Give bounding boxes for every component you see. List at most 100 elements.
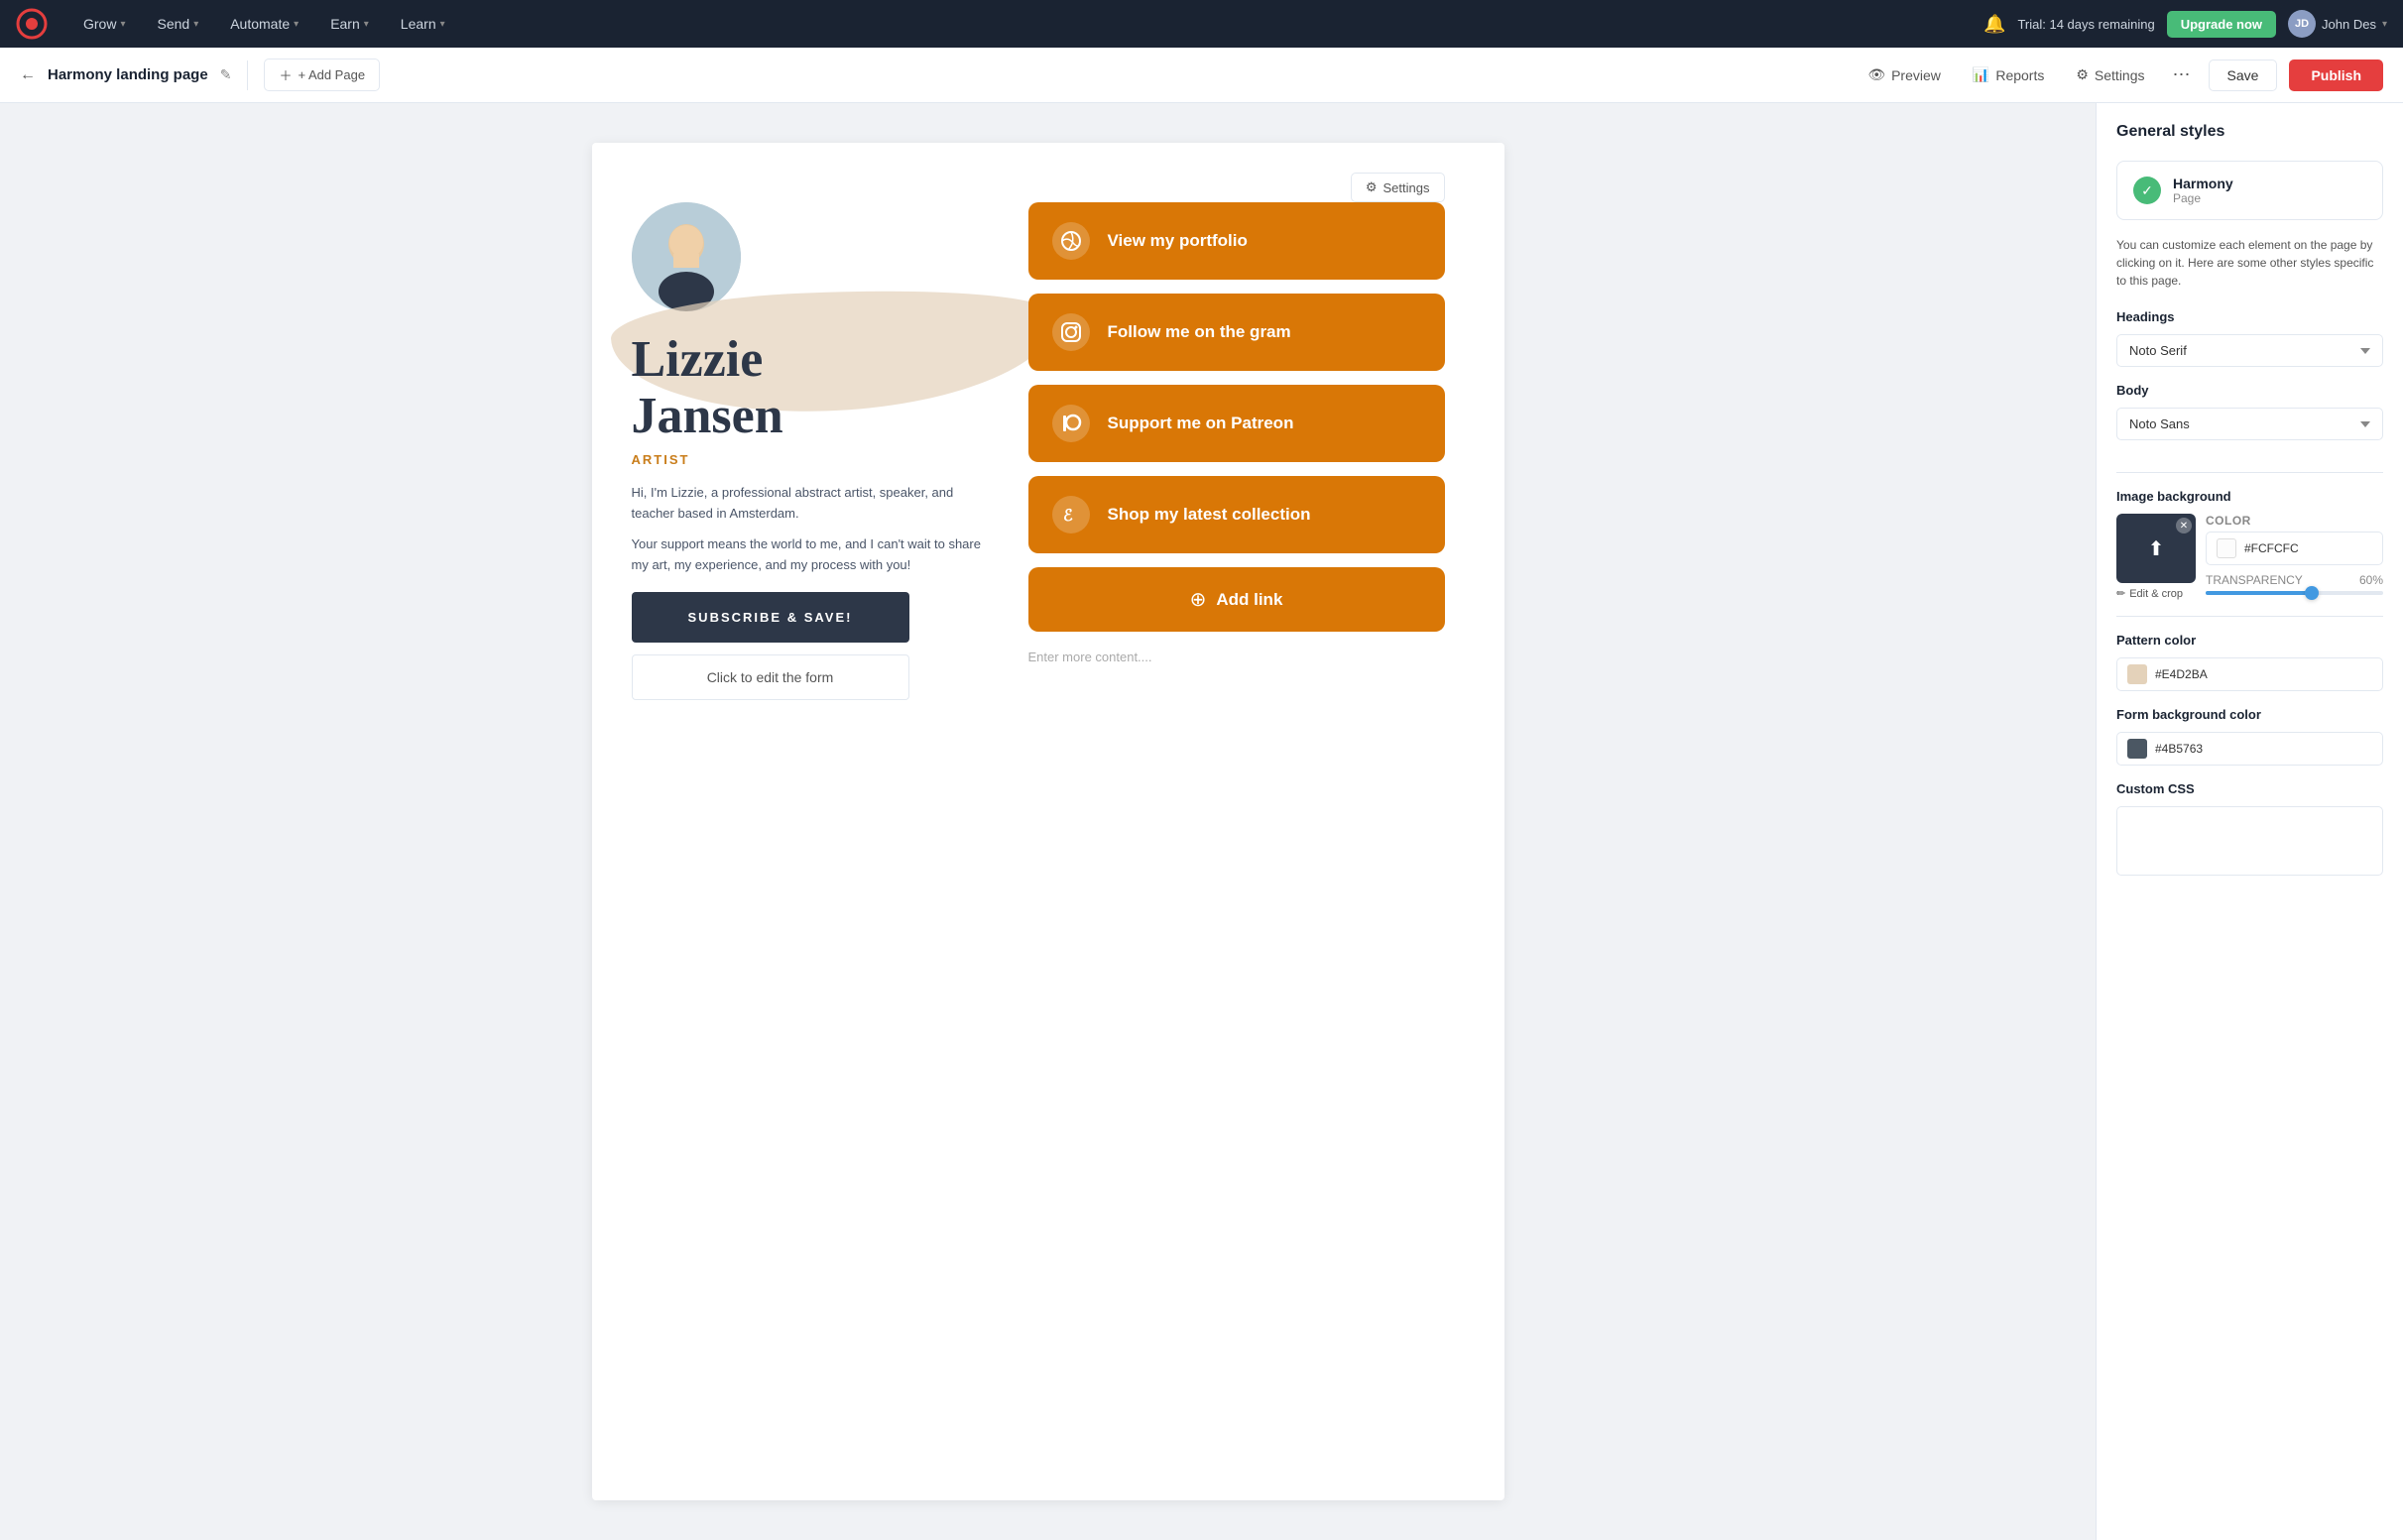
user-menu[interactable]: JD John Des ▾ bbox=[2288, 10, 2387, 38]
profile-photo[interactable] bbox=[632, 202, 741, 311]
nav-send[interactable]: Send ▾ bbox=[145, 10, 210, 38]
link-instagram-label: Follow me on the gram bbox=[1108, 322, 1291, 342]
pattern-color-value: #E4D2BA bbox=[2155, 667, 2208, 681]
instagram-icon bbox=[1052, 313, 1090, 351]
profile-name-first: Lizzie bbox=[632, 331, 989, 388]
page-title: Harmony landing page bbox=[48, 66, 208, 83]
top-nav: Grow ▾ Send ▾ Automate ▾ Earn ▾ Learn ▾ … bbox=[0, 0, 2403, 48]
upgrade-button[interactable]: Upgrade now bbox=[2167, 11, 2276, 38]
chevron-down-icon: ▾ bbox=[440, 19, 445, 30]
enter-content-placeholder[interactable]: Enter more content.... bbox=[1028, 650, 1445, 664]
nav-automate[interactable]: Automate ▾ bbox=[218, 10, 310, 38]
save-button[interactable]: Save bbox=[2209, 59, 2278, 91]
headings-select[interactable]: Noto Serif bbox=[2116, 334, 2383, 367]
more-options-icon[interactable]: ⋯ bbox=[2167, 59, 2197, 91]
bio-line-1: Hi, I'm Lizzie, a professional abstract … bbox=[632, 483, 989, 525]
right-column: ⚙ Settings View my portfolio bbox=[1028, 202, 1445, 1441]
nav-grow[interactable]: Grow ▾ bbox=[71, 10, 137, 38]
preview-button[interactable]: 👁 Preview bbox=[1858, 60, 1951, 89]
link-portfolio[interactable]: View my portfolio bbox=[1028, 202, 1445, 280]
name-block: Lizzie Jansen ARTIST bbox=[632, 331, 989, 467]
publish-button[interactable]: Publish bbox=[2289, 59, 2383, 91]
edit-icon: ✏ bbox=[2116, 587, 2125, 600]
transparency-row: TRANSPARENCY 60% bbox=[2206, 573, 2383, 595]
back-button[interactable]: ← bbox=[20, 66, 36, 84]
edit-crop-button[interactable]: ✏ Edit & crop bbox=[2116, 587, 2196, 600]
pattern-color-input[interactable]: #E4D2BA bbox=[2116, 657, 2383, 691]
transparency-slider[interactable] bbox=[2206, 591, 2383, 595]
profile-image bbox=[632, 202, 741, 311]
dribbble-icon bbox=[1052, 222, 1090, 260]
settings-button[interactable]: ⚙ Settings bbox=[2066, 60, 2154, 89]
settings-float-button[interactable]: ⚙ Settings bbox=[1351, 173, 1445, 202]
headings-label: Headings bbox=[2116, 309, 2383, 324]
image-bg-thumbnail[interactable]: ✕ ⬆ bbox=[2116, 514, 2196, 583]
close-icon[interactable]: ✕ bbox=[2176, 518, 2192, 533]
trial-text: Trial: 14 days remaining bbox=[2017, 17, 2154, 32]
add-link-label: Add link bbox=[1216, 590, 1282, 610]
pattern-color-label: Pattern color bbox=[2116, 633, 2383, 648]
slider-thumb bbox=[2305, 586, 2319, 600]
edit-form-box[interactable]: Click to edit the form bbox=[632, 654, 909, 700]
etsy-icon: ℰ bbox=[1052, 496, 1090, 533]
link-portfolio-label: View my portfolio bbox=[1108, 231, 1248, 251]
profile-title: ARTIST bbox=[632, 452, 989, 467]
form-bg-swatch bbox=[2127, 739, 2147, 759]
check-icon: ✓ bbox=[2133, 177, 2161, 204]
add-link-button[interactable]: ⊕ Add link bbox=[1028, 567, 1445, 632]
link-instagram[interactable]: Follow me on the gram bbox=[1028, 294, 1445, 371]
plus-circle-icon: ⊕ bbox=[1190, 587, 1207, 612]
body-label: Body bbox=[2116, 383, 2383, 398]
subscribe-button[interactable]: SUBSCRIBE & SAVE! bbox=[632, 592, 909, 643]
link-patreon[interactable]: Support me on Patreon bbox=[1028, 385, 1445, 462]
reports-button[interactable]: 📊 Reports bbox=[1963, 60, 2054, 89]
toolbar-divider bbox=[247, 60, 248, 90]
harmony-info: Harmony Page bbox=[2173, 176, 2233, 205]
panel-description: You can customize each element on the pa… bbox=[2116, 236, 2383, 290]
profile-name-last: Jansen bbox=[632, 388, 989, 444]
body-select[interactable]: Noto Sans bbox=[2116, 408, 2383, 440]
color-input[interactable]: #FCFCFC bbox=[2206, 532, 2383, 565]
custom-css-label: Custom CSS bbox=[2116, 781, 2383, 796]
canvas: Lizzie Jansen ARTIST Hi, I'm Lizzie, a p… bbox=[0, 103, 2096, 1540]
panel-title: General styles bbox=[2116, 123, 2383, 141]
notification-bell-icon[interactable]: 🔔 bbox=[1983, 14, 2005, 35]
harmony-sub: Page bbox=[2173, 191, 2233, 205]
preview-icon: 👁 bbox=[1867, 66, 1885, 83]
bio-line-2: Your support means the world to me, and … bbox=[632, 534, 989, 576]
link-shop-label: Shop my latest collection bbox=[1108, 505, 1311, 525]
color-area: COLOR #FCFCFC TRANSPARENCY 60% bbox=[2206, 514, 2383, 595]
transparency-value: 60% bbox=[2359, 573, 2383, 587]
chevron-down-icon: ▾ bbox=[2382, 19, 2387, 30]
custom-css-input[interactable] bbox=[2116, 806, 2383, 876]
gear-icon: ⚙ bbox=[1366, 179, 1378, 195]
pattern-color-swatch bbox=[2127, 664, 2147, 684]
chevron-down-icon: ▾ bbox=[294, 19, 299, 30]
image-bg-label: Image background bbox=[2116, 489, 2383, 504]
plus-icon: ＋ bbox=[279, 65, 292, 84]
divider bbox=[2116, 472, 2383, 473]
add-page-button[interactable]: ＋ + Add Page bbox=[264, 59, 380, 91]
toolbar: ← Harmony landing page ✎ ＋ + Add Page 👁 … bbox=[0, 48, 2403, 103]
logo-icon[interactable] bbox=[16, 8, 48, 40]
color-value: #FCFCFC bbox=[2244, 541, 2299, 555]
nav-earn[interactable]: Earn ▾ bbox=[318, 10, 381, 38]
harmony-card[interactable]: ✓ Harmony Page bbox=[2116, 161, 2383, 220]
color-label: COLOR bbox=[2206, 514, 2383, 528]
chevron-down-icon: ▾ bbox=[364, 19, 369, 30]
avatar: JD bbox=[2288, 10, 2316, 38]
patreon-icon bbox=[1052, 405, 1090, 442]
page-content: Lizzie Jansen ARTIST Hi, I'm Lizzie, a p… bbox=[592, 143, 1504, 1500]
chevron-down-icon: ▾ bbox=[120, 19, 125, 30]
transparency-label: TRANSPARENCY bbox=[2206, 573, 2303, 587]
upload-icon: ⬆ bbox=[2148, 536, 2165, 561]
nav-learn[interactable]: Learn ▾ bbox=[389, 10, 457, 38]
nav-right: 🔔 Trial: 14 days remaining Upgrade now J… bbox=[1983, 10, 2387, 38]
link-shop[interactable]: ℰ Shop my latest collection bbox=[1028, 476, 1445, 553]
form-bg-label: Form background color bbox=[2116, 707, 2383, 722]
chevron-down-icon: ▾ bbox=[193, 19, 198, 30]
edit-title-icon[interactable]: ✎ bbox=[220, 66, 232, 83]
harmony-name: Harmony bbox=[2173, 176, 2233, 191]
right-panel: General styles ✓ Harmony Page You can cu… bbox=[2096, 103, 2403, 1540]
form-bg-input[interactable]: #4B5763 bbox=[2116, 732, 2383, 766]
